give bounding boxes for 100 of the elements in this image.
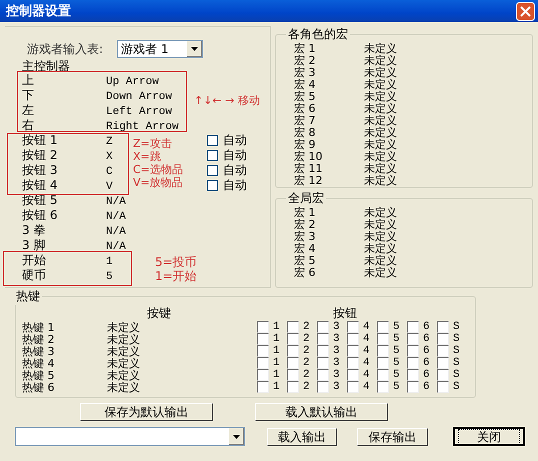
checkbox[interactable]	[317, 369, 329, 381]
hotkey-binding[interactable]: 未定义	[107, 368, 257, 382]
key-binding[interactable]: N/A	[106, 226, 126, 238]
checkbox[interactable]	[347, 333, 359, 345]
key-binding[interactable]: Right Arrow	[106, 121, 179, 133]
checkbox[interactable]	[347, 345, 359, 357]
dialog-button[interactable]: 关闭	[453, 427, 525, 446]
checkbox[interactable]	[437, 321, 449, 333]
checkbox[interactable]	[257, 345, 269, 357]
checkbox[interactable]	[317, 333, 329, 345]
checkbox[interactable]	[437, 357, 449, 369]
checkbox[interactable]	[257, 357, 269, 369]
close-icon[interactable]	[516, 2, 535, 20]
checkbox[interactable]	[207, 165, 218, 176]
annotation-text: Z=攻击	[133, 137, 173, 150]
checkbox-label: 5	[393, 357, 400, 369]
dialog-button[interactable]: 载入输出	[267, 428, 337, 446]
checkbox[interactable]	[317, 357, 329, 369]
macro-value[interactable]: 未定义	[364, 255, 397, 267]
checkbox[interactable]	[377, 357, 389, 369]
dialog-button[interactable]: 保存为默认输出	[80, 403, 213, 421]
hotkey-binding[interactable]: 未定义	[107, 320, 257, 334]
macro-value[interactable]: 未定义	[364, 127, 397, 139]
hotkey-binding[interactable]: 未定义	[107, 332, 257, 346]
checkbox[interactable]	[377, 345, 389, 357]
checkbox[interactable]	[377, 333, 389, 345]
hotkey-binding[interactable]: 未定义	[107, 344, 257, 358]
checkbox[interactable]	[377, 381, 389, 393]
player-dropdown[interactable]: 游戏者 1	[117, 40, 204, 58]
checkbox[interactable]	[407, 369, 419, 381]
hotkey-binding[interactable]: 未定义	[107, 356, 257, 370]
key-binding[interactable]: Left Arrow	[106, 106, 172, 118]
checkbox[interactable]	[407, 321, 419, 333]
key-binding[interactable]: X	[106, 151, 113, 163]
checkbox[interactable]	[347, 381, 359, 393]
checkbox[interactable]	[437, 345, 449, 357]
key-binding[interactable]: Down Arrow	[106, 91, 172, 103]
macro-value[interactable]: 未定义	[364, 151, 397, 163]
key-binding[interactable]: Up Arrow	[106, 76, 159, 88]
key-binding[interactable]: N/A	[106, 196, 126, 208]
checkbox[interactable]	[257, 333, 269, 345]
dialog-button[interactable]: 保存输出	[357, 428, 428, 446]
key-binding[interactable]: Z	[106, 136, 113, 148]
key-binding[interactable]: 5	[106, 271, 113, 283]
key-binding[interactable]: N/A	[106, 241, 126, 253]
checkbox-label: 3	[333, 321, 340, 333]
key-binding[interactable]: V	[106, 181, 113, 193]
checkbox[interactable]	[347, 357, 359, 369]
macro-value[interactable]: 未定义	[364, 231, 397, 243]
checkbox[interactable]	[377, 321, 389, 333]
macro-value[interactable]: 未定义	[364, 79, 397, 91]
checkbox[interactable]	[287, 333, 299, 345]
macro-value[interactable]: 未定义	[364, 91, 397, 103]
checkbox[interactable]	[207, 150, 218, 161]
checkbox[interactable]	[437, 369, 449, 381]
checkbox-label: 4	[363, 321, 370, 333]
checkbox[interactable]	[377, 369, 389, 381]
checkbox[interactable]	[257, 321, 269, 333]
checkbox[interactable]	[437, 333, 449, 345]
macro-value[interactable]: 未定义	[364, 219, 397, 231]
checkbox[interactable]	[207, 180, 218, 191]
macro-value[interactable]: 未定义	[364, 139, 397, 151]
checkbox[interactable]	[437, 381, 449, 393]
annotation-text: C=选物品	[133, 163, 183, 176]
checkbox[interactable]	[287, 321, 299, 333]
checkbox[interactable]	[317, 345, 329, 357]
group-title: 全局宏	[287, 190, 325, 206]
macro-value[interactable]: 未定义	[364, 175, 397, 187]
dialog-button[interactable]: 载入默认输出	[255, 403, 388, 421]
checkbox[interactable]	[347, 321, 359, 333]
checkbox[interactable]	[287, 369, 299, 381]
macro-value[interactable]: 未定义	[364, 207, 397, 219]
checkbox[interactable]	[257, 369, 269, 381]
macro-value[interactable]: 未定义	[364, 43, 397, 55]
checkbox[interactable]	[287, 381, 299, 393]
checkbox[interactable]	[317, 381, 329, 393]
macro-value[interactable]: 未定义	[364, 67, 397, 79]
control-name: 硬币	[22, 267, 47, 284]
checkbox[interactable]	[287, 357, 299, 369]
key-binding[interactable]: 1	[106, 256, 113, 268]
macro-value[interactable]: 未定义	[364, 243, 397, 255]
key-binding[interactable]: C	[106, 166, 113, 178]
macro-value[interactable]: 未定义	[364, 267, 397, 279]
key-binding[interactable]: N/A	[106, 211, 126, 223]
checkbox[interactable]	[317, 321, 329, 333]
macro-value[interactable]: 未定义	[364, 163, 397, 175]
checkbox[interactable]	[287, 345, 299, 357]
checkbox[interactable]	[407, 333, 419, 345]
output-dropdown[interactable]	[15, 427, 245, 446]
checkbox-label: 6	[423, 381, 430, 393]
checkbox[interactable]	[407, 381, 419, 393]
macro-value[interactable]: 未定义	[364, 55, 397, 67]
checkbox[interactable]	[407, 357, 419, 369]
checkbox[interactable]	[407, 345, 419, 357]
checkbox[interactable]	[207, 135, 218, 146]
hotkey-binding[interactable]: 未定义	[107, 380, 257, 394]
macro-value[interactable]: 未定义	[364, 103, 397, 115]
checkbox[interactable]	[347, 369, 359, 381]
macro-value[interactable]: 未定义	[364, 115, 397, 127]
checkbox[interactable]	[257, 381, 269, 393]
